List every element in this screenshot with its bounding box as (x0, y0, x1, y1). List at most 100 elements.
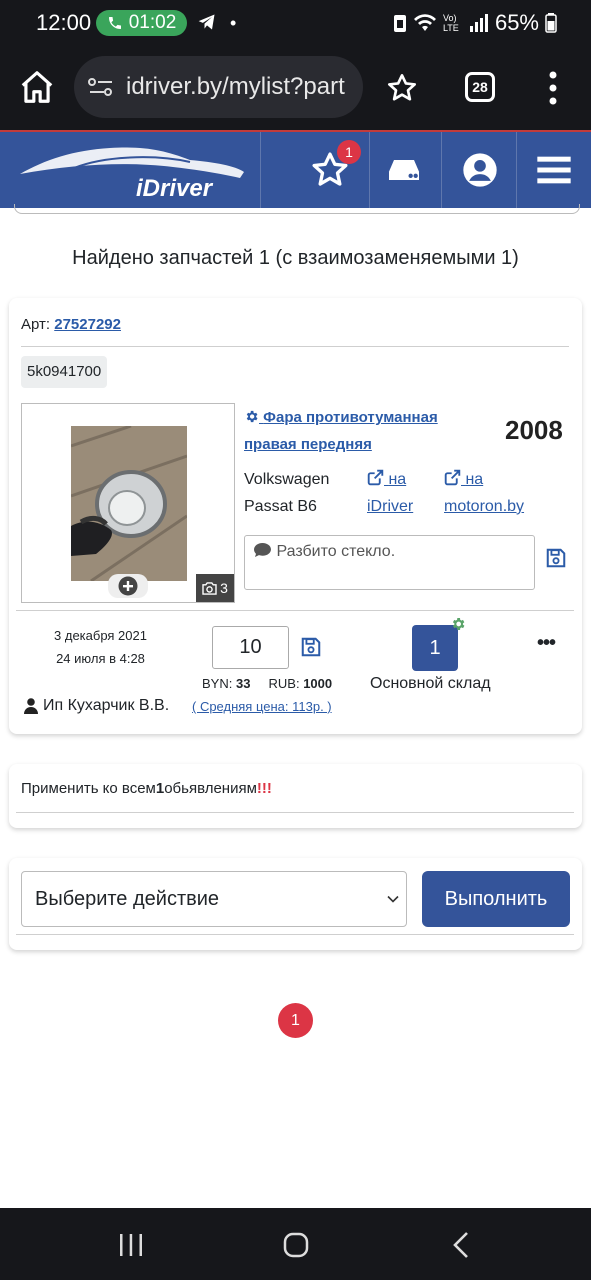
save-note-icon[interactable] (545, 547, 567, 569)
note-field[interactable]: Разбито стекло. (244, 535, 535, 590)
battery-icon (545, 13, 557, 33)
article-number-link[interactable]: 27527292 (54, 316, 121, 333)
divider (21, 346, 569, 347)
browser-toolbar: idriver.by/mylist?part 28 (0, 46, 591, 130)
notification-dot-icon: • (230, 13, 237, 33)
idriver-logo[interactable]: iDriver (14, 138, 250, 204)
save-quantity-icon[interactable] (300, 636, 322, 658)
site-navbar: iDriver 1 (0, 130, 591, 208)
article-label: Арт: (21, 316, 51, 333)
external-link-icon (444, 469, 461, 486)
status-bar: 12:00 01:02 • Vo) LTE 65% (0, 0, 591, 46)
part-title-line1: Фара противотуманная (263, 409, 438, 426)
part-title-line2: правая передняя (244, 436, 372, 453)
apply-all-text: Применить ко всем1обьявлениям!!! (21, 780, 272, 797)
car-model: Volkswagen Passat B6 (244, 466, 329, 520)
nav-divider (441, 132, 442, 208)
home-icon[interactable] (18, 68, 56, 106)
photo-count: 3 (220, 580, 228, 596)
recent-apps-icon[interactable] (116, 1230, 146, 1260)
headlight-photo[interactable] (71, 426, 187, 581)
divider (16, 812, 574, 813)
article-row: Арт: 27527292 (21, 316, 121, 333)
photo-count-badge[interactable]: 3 (196, 574, 234, 602)
warehouse-settings-gear-icon[interactable] (450, 616, 466, 632)
byn-value: 33 (235, 676, 251, 691)
action-select[interactable]: Выберите действие (21, 871, 407, 927)
plus-circle-icon (118, 576, 138, 596)
motoron-link[interactable]: на motoron.by (444, 466, 524, 520)
seller-name: Ип Кухарчик В.В. (43, 697, 170, 714)
bookmark-star-icon[interactable] (386, 72, 418, 104)
part-title-link[interactable]: Фара противотуманная правая передняя (244, 404, 484, 458)
apply-exclaim: !!! (256, 780, 272, 797)
telegram-icon (198, 14, 215, 30)
action-select-value: Выберите действие (35, 888, 220, 910)
average-price-link[interactable]: ( Средняя цена: 113р. ) (192, 699, 332, 714)
more-options-icon[interactable]: ••• (537, 632, 556, 655)
svg-text:iDriver: iDriver (136, 175, 214, 202)
browser-menu-icon[interactable] (548, 70, 558, 106)
user-icon (24, 698, 38, 714)
note-text: Разбито стекло. (276, 543, 396, 560)
motoron-link-text-b: motoron.by (444, 498, 525, 515)
car-model-name: Passat B6 (244, 498, 317, 515)
back-icon[interactable] (447, 1230, 477, 1260)
motoron-link-text-a: на (465, 471, 484, 488)
date-created: 3 декабря 2021 (54, 628, 147, 643)
apply-count: 1 (155, 780, 165, 797)
status-right: Vo) LTE 65% (393, 10, 557, 36)
byn-label: BYN: (202, 676, 233, 691)
hamburger-menu-icon[interactable] (534, 150, 574, 190)
call-timer: 01:02 (128, 12, 177, 33)
dates-block: 3 декабря 2021 24 июля в 4:28 (28, 624, 173, 670)
call-chip[interactable]: 01:02 (96, 10, 187, 36)
idriver-link-text-b: iDriver (367, 498, 414, 515)
part-photo[interactable]: 3 (21, 403, 235, 603)
site-settings-icon[interactable] (86, 75, 116, 99)
page-1-button[interactable]: 1 (278, 1003, 313, 1038)
wifi-icon (413, 14, 436, 31)
warehouse-name: Основной склад (370, 675, 491, 692)
home-nav-icon[interactable] (281, 1230, 311, 1260)
oem-number-badge: 5k0941700 (21, 356, 108, 388)
divider (16, 934, 574, 935)
system-nav-bar (0, 1208, 591, 1280)
nav-divider (369, 132, 370, 208)
nav-divider (260, 132, 261, 208)
price-row: BYN: 33 RUB: 1000 (202, 676, 332, 691)
external-link-icon (367, 469, 384, 486)
nav-divider (516, 132, 517, 208)
tab-switcher-button[interactable]: 28 (465, 72, 495, 102)
url-text: idriver.by/mylist?part (126, 73, 345, 100)
quantity-input[interactable]: 10 (212, 626, 289, 669)
gear-icon (246, 410, 258, 423)
phone-icon (108, 17, 121, 29)
favorites-badge: 1 (337, 140, 361, 164)
camera-icon (202, 581, 217, 595)
user-account-icon[interactable] (460, 150, 500, 190)
address-bar[interactable]: idriver.by/mylist?part (74, 56, 363, 118)
part-year: 2008 (505, 415, 563, 445)
signal-icon (469, 14, 488, 32)
idriver-link[interactable]: на iDriver (367, 466, 413, 520)
apply-prefix: Применить ко всем (21, 780, 156, 797)
chevron-down-icon (387, 895, 399, 903)
idriver-link-text-a: на (388, 471, 407, 488)
date-updated: 24 июля в 4:28 (56, 651, 145, 666)
execute-button[interactable]: Выполнить (422, 871, 570, 927)
seller-row: Ип Кухарчик В.В. (24, 697, 169, 715)
photo-illustration (71, 426, 187, 581)
status-time: 12:00 (36, 10, 92, 35)
add-photo-button[interactable] (108, 574, 148, 598)
comment-icon (254, 542, 271, 558)
save-data-icon (393, 15, 406, 32)
network-label: Vo) LTE (442, 13, 459, 33)
previous-card-edge (14, 204, 580, 214)
apply-suffix: обьявлениям (164, 780, 257, 797)
results-summary: Найдено запчастей 1 (с взаимозаменяемыми… (72, 247, 519, 269)
storage-drive-icon[interactable] (384, 150, 424, 190)
battery-percent: 65% (494, 10, 539, 35)
divider (16, 610, 574, 611)
car-make: Volkswagen (244, 471, 330, 488)
